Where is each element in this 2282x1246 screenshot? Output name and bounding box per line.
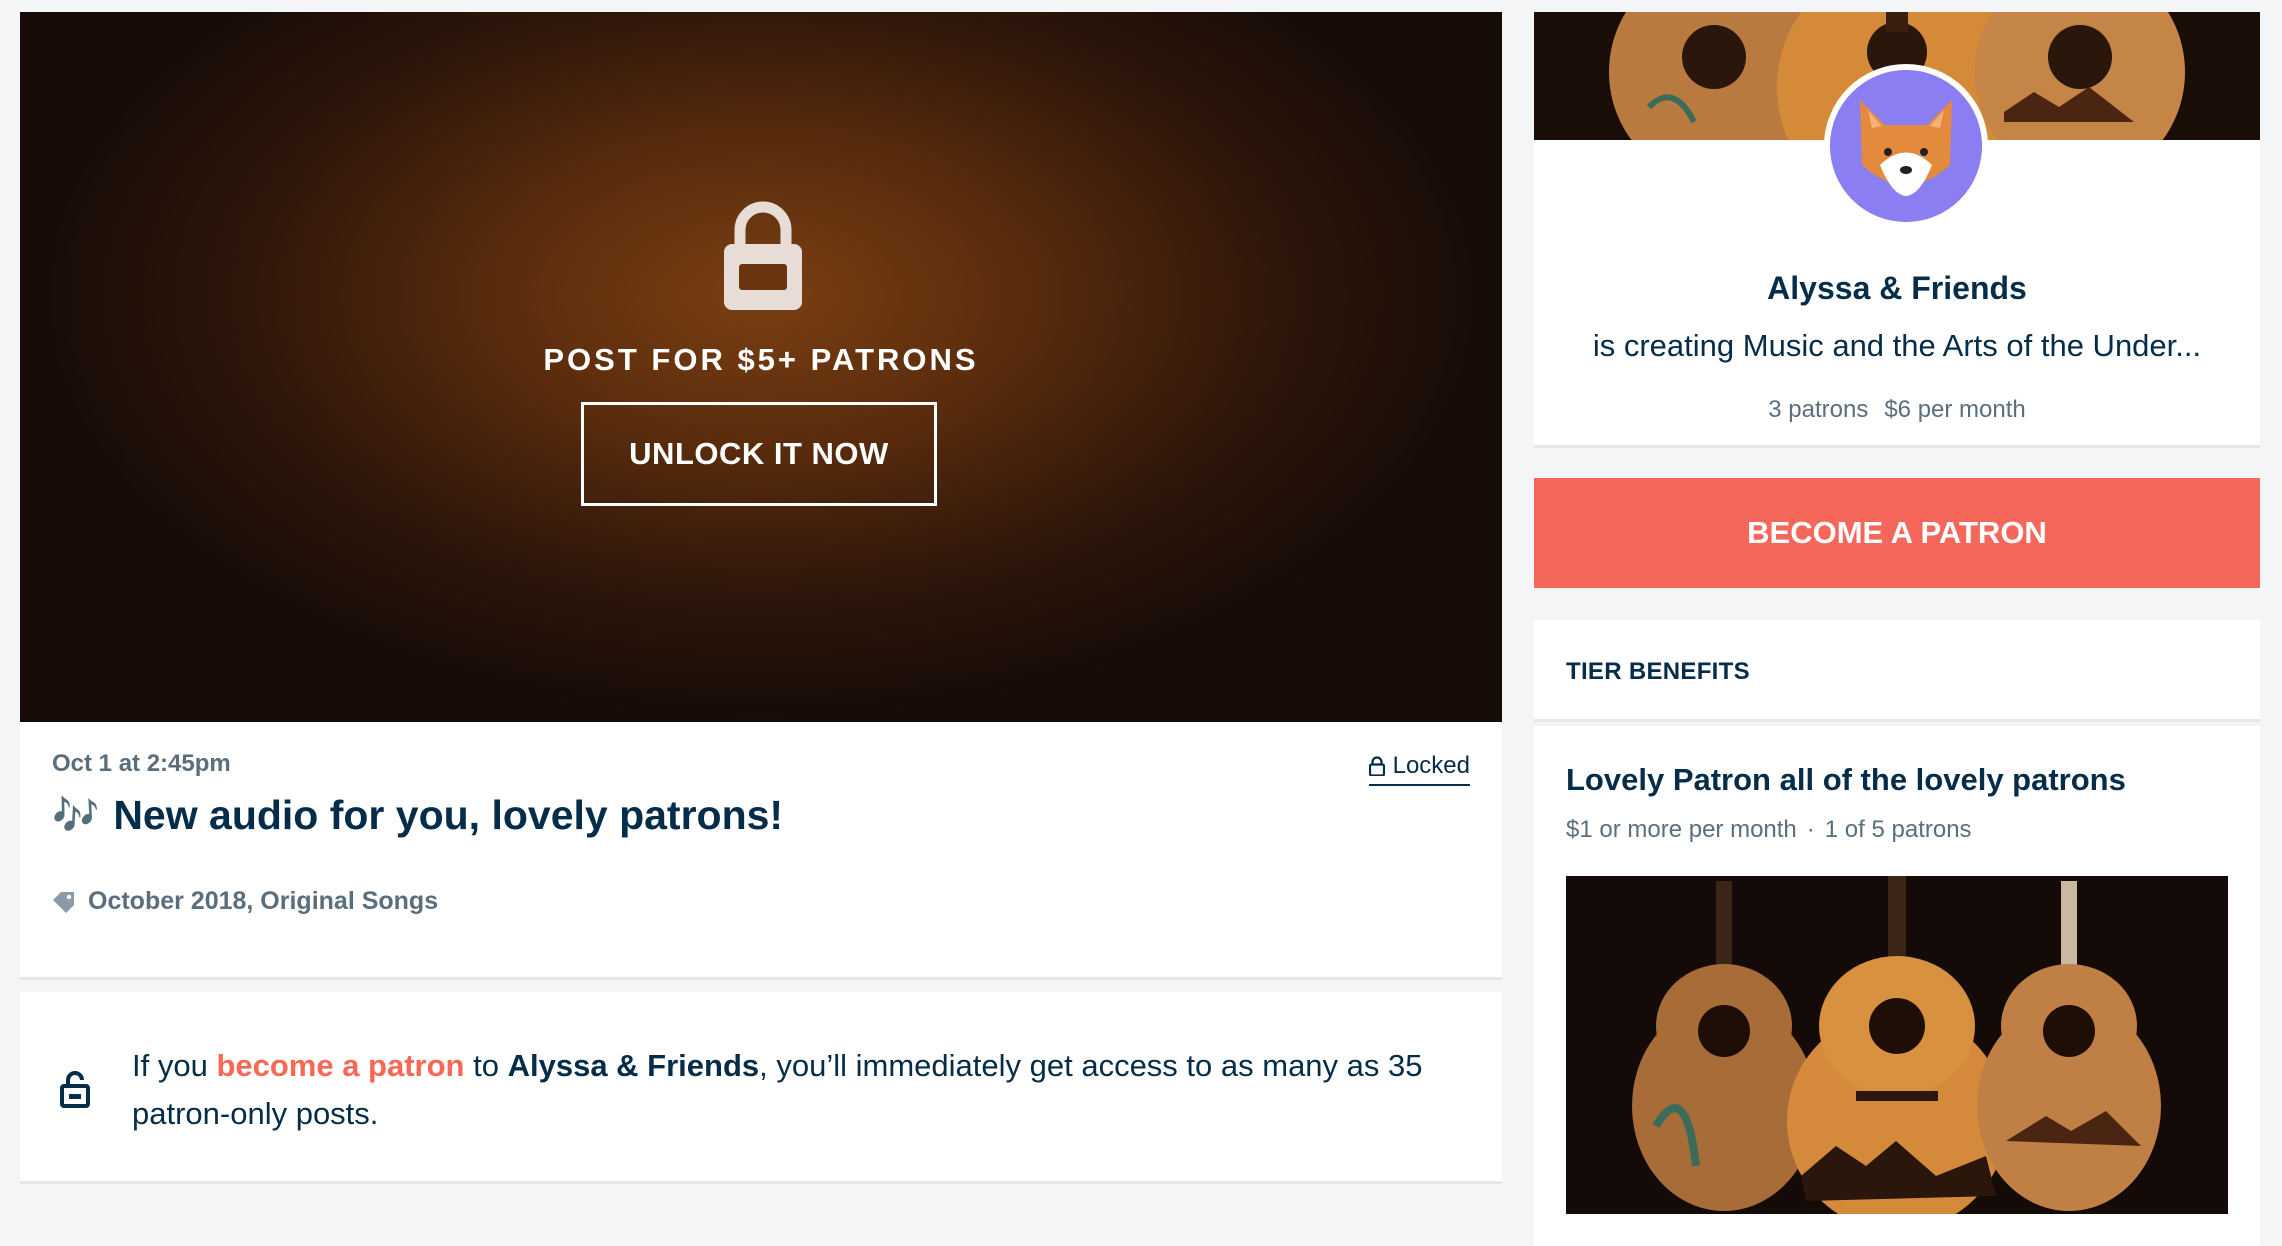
access-text-middle: to [464,1048,508,1083]
creator-description: is creating Music and the Arts of the Un… [1592,328,2202,363]
locked-post-hero: POST FOR $5+ PATRONS UNLOCK IT NOW [20,12,1502,722]
post-column: POST FOR $5+ PATRONS UNLOCK IT NOW Oct 1… [20,12,1502,1184]
small-lock-icon [1368,756,1385,776]
tag-list[interactable]: October 2018, Original Songs [88,887,438,916]
patron-count: 3 patrons [1768,396,1869,423]
creator-name[interactable]: Alyssa & Friends [1534,270,2260,307]
patron-access-info: If you become a patron to Alyssa & Frien… [20,992,1502,1184]
become-patron-link[interactable]: become a patron [216,1048,464,1083]
access-message: If you become a patron to Alyssa & Frien… [132,1042,1432,1138]
separator-dot: · [1806,816,1815,843]
post-tags: October 2018, Original Songs [52,887,438,916]
creator-card: Alyssa & Friends is creating Music and t… [1534,12,2260,448]
lock-icon [724,201,802,310]
guitars-image [1566,876,2228,1214]
post-title[interactable]: 🎶 New audio for you, lovely patrons! [52,792,783,839]
post-date[interactable]: Oct 1 at 2:45pm [52,750,231,778]
tier-price: $1 or more per month [1566,816,1797,843]
tier-name: Lovely Patron all of the lovely patrons [1566,762,2126,797]
creator-sidebar: Alyssa & Friends is creating Music and t… [1534,12,2260,1246]
monthly-earnings: $6 per month [1884,396,2026,423]
tier-benefits-header: TIER BENEFITS [1534,620,2260,722]
tier-card[interactable]: Lovely Patron all of the lovely patrons … [1534,726,2260,1246]
unlock-button[interactable]: UNLOCK IT NOW [581,402,937,506]
tag-icon [53,891,74,913]
creator-stats: 3 patrons $6 per month [1534,396,2260,424]
become-patron-button[interactable]: BECOME A PATRON [1534,478,2260,588]
tier-patron-count: 1 of 5 patrons [1824,816,1972,843]
fox-avatar-icon [1830,70,1982,222]
access-text-prefix: If you [132,1048,217,1083]
post-title-text: New audio for you, lovely patrons! [113,792,784,838]
creator-name-inline: Alyssa & Friends [507,1048,760,1083]
tier-image [1566,876,2228,1214]
post-tier-requirement: POST FOR $5+ PATRONS [543,342,979,377]
tier-benefits-label: TIER BENEFITS [1566,658,1750,685]
tier-meta: $1 or more per month · 1 of 5 patrons [1566,816,1972,844]
music-notes-icon: 🎶 [52,793,100,837]
locked-badge[interactable]: Locked [1368,752,1470,786]
post-card: Oct 1 at 2:45pm Locked 🎶 New audio for y… [20,722,1502,980]
locked-label: Locked [1392,752,1470,779]
unlock-icon [60,1071,90,1108]
creator-avatar[interactable] [1824,64,1988,228]
